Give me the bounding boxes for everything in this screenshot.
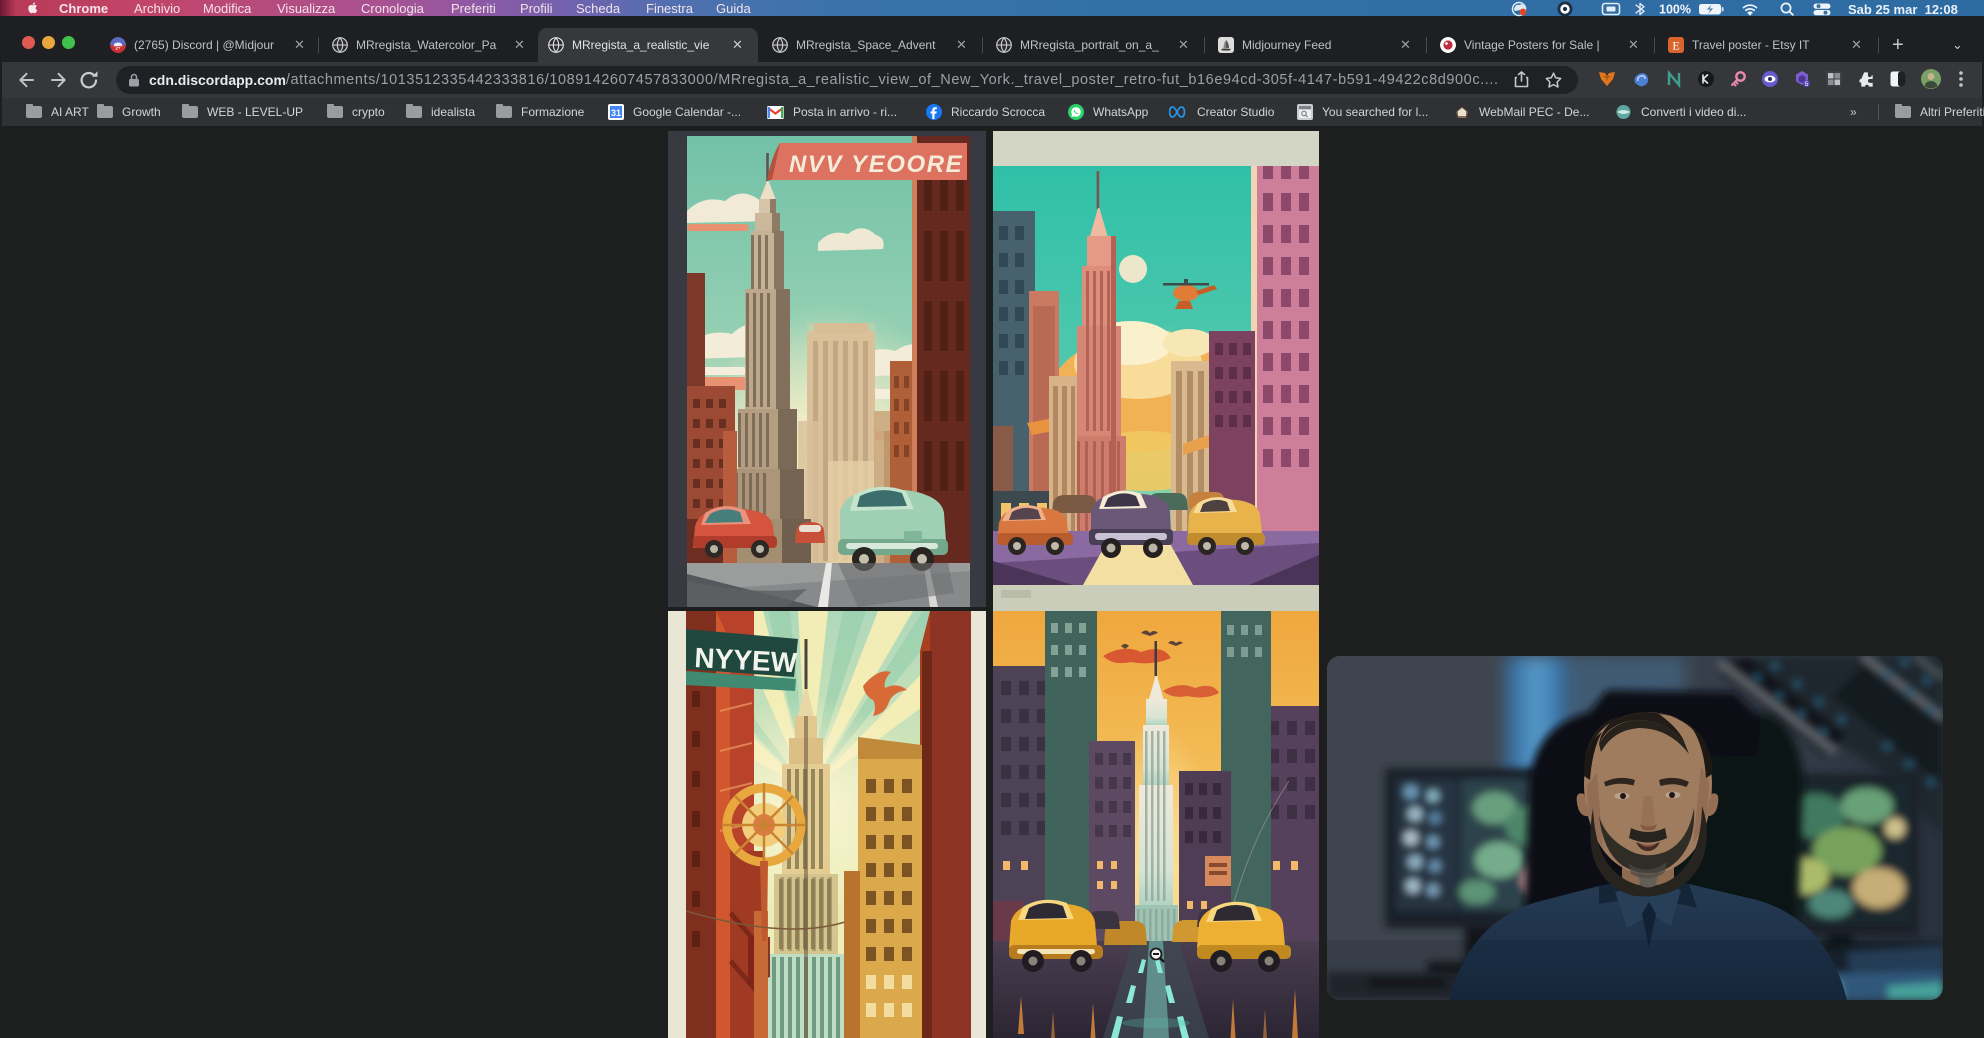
svg-text:NYYEW: NYYEW bbox=[694, 642, 799, 678]
svg-text:2+: 2+ bbox=[115, 46, 121, 51]
svg-text:31: 31 bbox=[611, 108, 621, 118]
svg-text:E: E bbox=[1672, 39, 1679, 53]
svg-text:NVV YEOORE: NVV YEOORE bbox=[789, 151, 963, 178]
svg-text:100%: 100% bbox=[1659, 2, 1691, 16]
svg-text:5: 5 bbox=[1805, 81, 1809, 88]
